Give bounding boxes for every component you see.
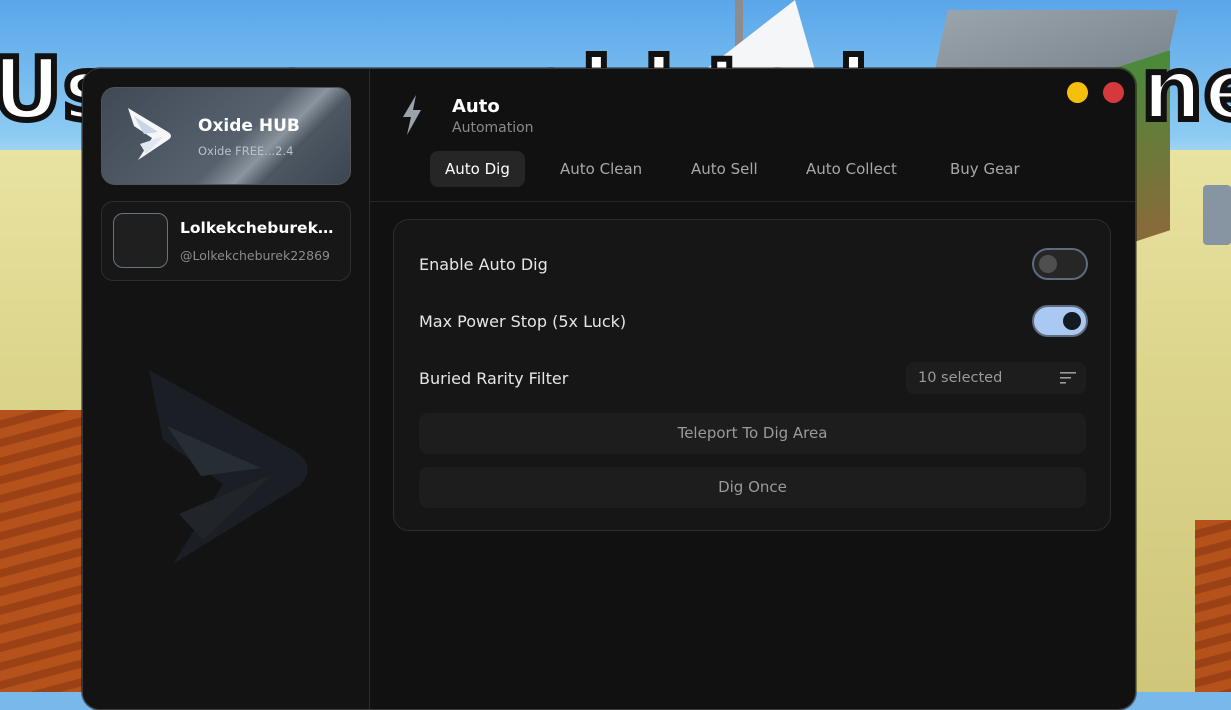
enable-auto-dig-label: Enable Auto Dig xyxy=(419,255,548,274)
minimize-button[interactable] xyxy=(1067,82,1088,103)
rarity-filter-dropdown[interactable]: 10 selected xyxy=(906,362,1086,394)
page-subtitle: Automation xyxy=(452,120,534,136)
oxide-logo-icon xyxy=(128,108,171,160)
rarity-filter-value: 10 selected xyxy=(918,370,1003,386)
dig-once-button[interactable]: Dig Once xyxy=(419,467,1086,508)
tab-auto-collect[interactable]: Auto Collect xyxy=(806,151,897,187)
toggle-knob xyxy=(1063,312,1081,330)
max-power-stop-label: Max Power Stop (5x Luck) xyxy=(419,312,627,331)
filter-list-icon xyxy=(1060,372,1076,384)
oxide-watermark-logo-icon xyxy=(149,370,308,564)
lightning-icon xyxy=(403,95,421,135)
page-title: Auto xyxy=(452,96,500,117)
rarity-filter-label: Buried Rarity Filter xyxy=(419,369,569,388)
tab-auto-dig[interactable]: Auto Dig xyxy=(430,151,525,187)
brand-title: Oxide HUB xyxy=(198,116,300,136)
user-card[interactable]: Lolkekcheburek2... @Lolkekcheburek22869 xyxy=(101,201,351,281)
tab-buy-gear[interactable]: Buy Gear xyxy=(950,151,1020,187)
toggle-knob xyxy=(1039,255,1057,273)
stone-post xyxy=(1203,185,1231,245)
oxide-hub-window: Oxide HUB Oxide FREE...2.4 Lolkekchebure… xyxy=(82,68,1136,710)
brand-card: Oxide HUB Oxide FREE...2.4 xyxy=(101,87,351,185)
max-power-stop-toggle[interactable] xyxy=(1032,305,1088,337)
header-divider xyxy=(370,201,1135,202)
avatar xyxy=(113,213,168,268)
enable-auto-dig-toggle[interactable] xyxy=(1032,248,1088,280)
brand-version: Oxide FREE...2.4 xyxy=(198,144,294,158)
teleport-to-dig-area-button[interactable]: Teleport To Dig Area xyxy=(419,413,1086,454)
user-handle: @Lolkekcheburek22869 xyxy=(180,248,330,263)
tab-auto-clean[interactable]: Auto Clean xyxy=(560,151,642,187)
wood-block-right xyxy=(1195,520,1231,692)
auto-dig-panel: Enable Auto Dig Max Power Stop (5x Luck)… xyxy=(393,219,1111,531)
tab-auto-sell[interactable]: Auto Sell xyxy=(691,151,758,187)
sidebar: Oxide HUB Oxide FREE...2.4 Lolkekchebure… xyxy=(83,69,370,709)
main-content: Auto Automation Auto Dig Auto Clean Auto… xyxy=(370,69,1135,709)
close-button[interactable] xyxy=(1103,82,1124,103)
user-display-name: Lolkekcheburek2... xyxy=(180,219,342,237)
